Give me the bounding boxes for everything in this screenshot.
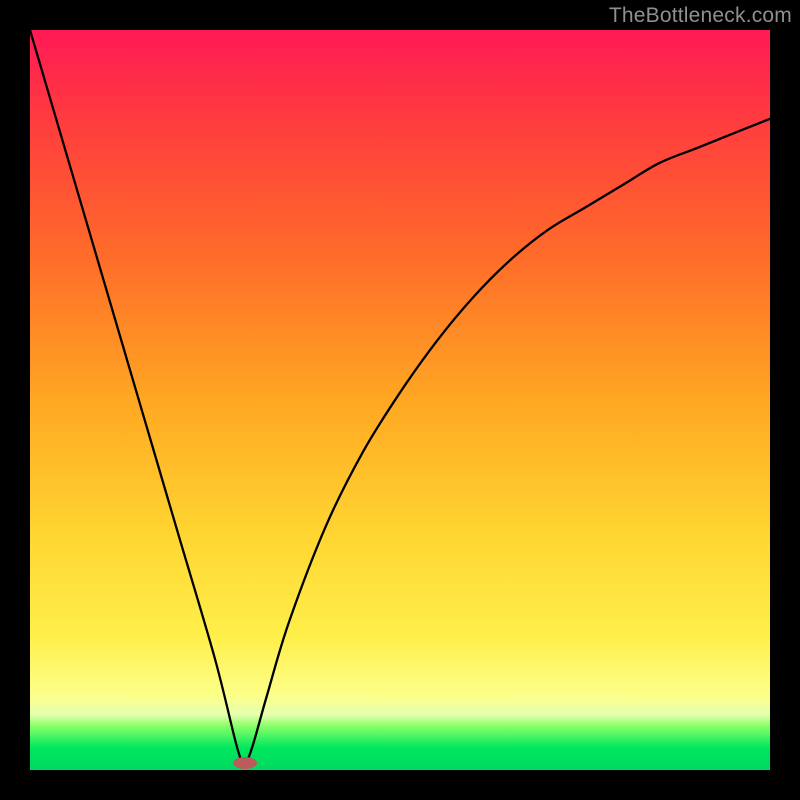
- curve-path: [30, 30, 770, 763]
- bottleneck-curve: [30, 30, 770, 770]
- chart-frame: TheBottleneck.com: [0, 0, 800, 800]
- watermark-text: TheBottleneck.com: [609, 4, 792, 28]
- optimum-marker: [233, 757, 257, 769]
- plot-area: [30, 30, 770, 770]
